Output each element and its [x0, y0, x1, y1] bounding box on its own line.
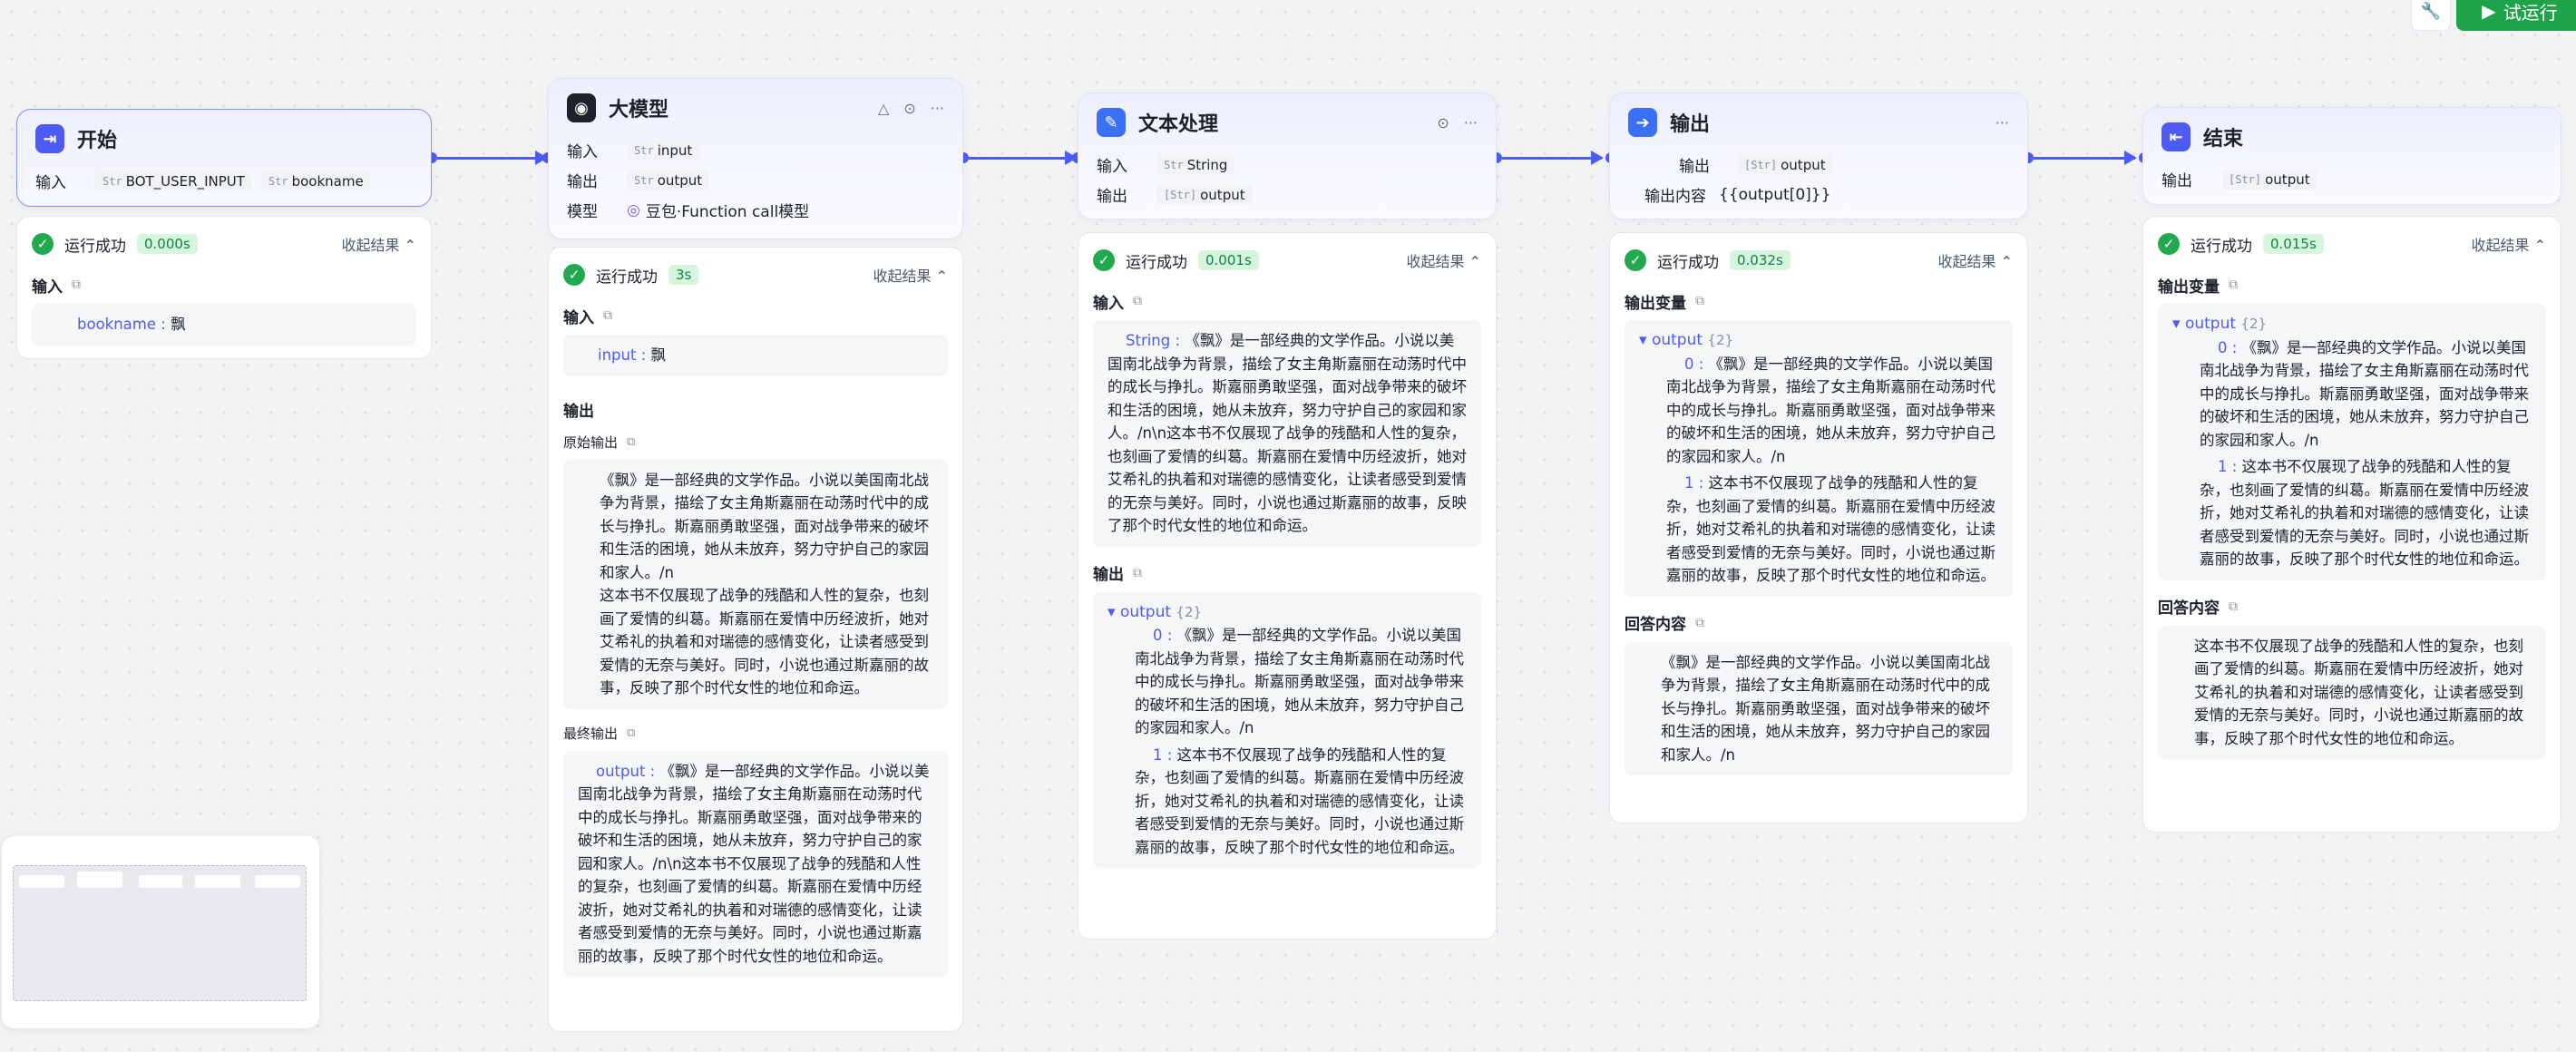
success-check-icon: ✓ — [563, 264, 585, 286]
text-process-node[interactable]: ✎ 文本处理 ⊙ ··· 输入 Str String 输出 [Str] output — [1078, 93, 1497, 219]
start-node[interactable]: ⇥ 开始 输入 Str BOT_USER_INPUT Str bookname — [16, 109, 432, 207]
text-result-panel: ✓ 运行成功 0.001s 收起结果 ⌃ 输入 ⧉ String : 《飘》是一部… — [1078, 232, 1497, 940]
collapse-results-button[interactable]: 收起结果 ⌃ — [1937, 249, 2013, 271]
output-node-icon: ➔ — [1628, 108, 1657, 137]
end-node-icon: ⇤ — [2161, 122, 2191, 151]
elapsed-time-badge: 0.001s — [1198, 250, 1259, 270]
input-label: 输入 — [35, 174, 66, 192]
success-check-icon: ✓ — [1093, 249, 1115, 271]
node-title: 大模型 — [609, 99, 669, 122]
copy-icon[interactable]: ⧉ — [2229, 278, 2238, 292]
copy-icon[interactable]: ⧉ — [1133, 294, 1142, 308]
run-node-icon[interactable]: ⊙ — [903, 100, 915, 117]
minimap-viewport[interactable] — [13, 865, 307, 1001]
edge-output-end — [2034, 151, 2137, 165]
minimap[interactable] — [2, 836, 319, 1028]
more-icon[interactable]: ··· — [1464, 114, 1478, 132]
llm-node[interactable]: ◉ 大模型 △ ⊙ ··· 输入 Str input 输出 Str output 模型 ◎ 豆包… — [548, 78, 963, 239]
copy-icon[interactable]: ⧉ — [603, 308, 612, 323]
elapsed-time-badge: 0.015s — [2263, 234, 2324, 254]
output-node[interactable]: ➔ 输出 ··· 输出 [Str] output 输出内容 {{output[0]}} — [1609, 93, 2028, 219]
collapse-results-button[interactable]: 收起结果 ⌃ — [2471, 233, 2546, 255]
success-check-icon: ✓ — [2158, 233, 2180, 255]
end-node[interactable]: ⇤ 结束 输出 [Str] output — [2142, 107, 2561, 205]
elapsed-time-badge: 0.000s — [137, 234, 198, 254]
copy-icon[interactable]: ⧉ — [1695, 294, 1704, 308]
success-check-icon: ✓ — [1625, 249, 1646, 271]
workflow-canvas[interactable]: 🔧 ▶ 试运行 ⇥ 开始 输入 Str BOT_USER_INPUT Str book… — [0, 0, 2576, 1052]
copy-icon[interactable]: ⧉ — [1695, 616, 1704, 630]
wrench-icon: 🔧 — [2420, 1, 2442, 21]
copy-icon[interactable]: ⧉ — [1133, 566, 1142, 580]
start-node-icon: ⇥ — [35, 124, 64, 153]
tree-toggle[interactable]: ▾ output {2} — [1639, 329, 1998, 353]
param-chip: Str BOT_USER_INPUT — [95, 170, 252, 191]
copy-icon[interactable]: ⧉ — [627, 435, 635, 449]
param-chip: Str bookname — [260, 170, 371, 191]
node-title: 输出 — [1670, 113, 1711, 136]
run-node-icon[interactable]: ⊙ — [1437, 114, 1449, 132]
start-result-panel: ✓ 运行成功 0.000s 收起结果 ⌃ 输入 ⧉ bookname : 飘 — [16, 216, 432, 359]
collapse-results-button[interactable]: 收起结果 ⌃ — [341, 233, 416, 255]
test-run-button[interactable]: ▶ 试运行 — [2456, 0, 2576, 31]
edge-text-output — [1502, 151, 1604, 165]
edge-start-llm — [437, 151, 548, 165]
debug-tool-button[interactable]: 🔧 — [2411, 0, 2451, 31]
doubao-model-icon: ◎ — [627, 200, 640, 219]
elapsed-time-badge: 3s — [668, 265, 699, 285]
tree-toggle[interactable]: ▾ output {2} — [2172, 313, 2532, 336]
play-icon: ▶ — [2482, 0, 2496, 22]
edge-llm-text — [969, 151, 1078, 165]
copy-icon[interactable]: ⧉ — [627, 726, 635, 740]
model-name[interactable]: 豆包·Function call模型 — [646, 199, 809, 221]
node-title: 文本处理 — [1138, 113, 1219, 136]
copy-icon[interactable]: ⧉ — [72, 278, 81, 292]
success-check-icon: ✓ — [32, 233, 54, 255]
copy-icon[interactable]: ⧉ — [2229, 599, 2238, 614]
llm-result-panel: ✓ 运行成功 3s 收起结果 ⌃ 输入 ⧉ input : 飘 输出 原始输出 ⧉ … — [548, 247, 963, 1032]
node-title: 开始 — [77, 130, 118, 152]
llm-node-icon: ◉ — [567, 93, 596, 122]
output-result-panel: ✓ 运行成功 0.032s 收起结果 ⌃ 输出变量 ⧉ ▾ output {2} … — [1609, 232, 2028, 823]
collapse-results-button[interactable]: 收起结果 ⌃ — [1406, 249, 1481, 271]
text-process-icon: ✎ — [1097, 108, 1126, 137]
warning-icon[interactable]: △ — [878, 100, 889, 117]
more-icon[interactable]: ··· — [931, 100, 944, 117]
elapsed-time-badge: 0.032s — [1730, 250, 1791, 270]
end-result-panel: ✓ 运行成功 0.015s 收起结果 ⌃ 输出变量 ⧉ ▾ output {2} … — [2142, 216, 2561, 833]
node-title: 结束 — [2203, 128, 2244, 151]
more-icon[interactable]: ··· — [1995, 114, 2009, 132]
tree-toggle[interactable]: ▾ output {2} — [1107, 601, 1467, 625]
collapse-results-button[interactable]: 收起结果 ⌃ — [873, 264, 948, 286]
